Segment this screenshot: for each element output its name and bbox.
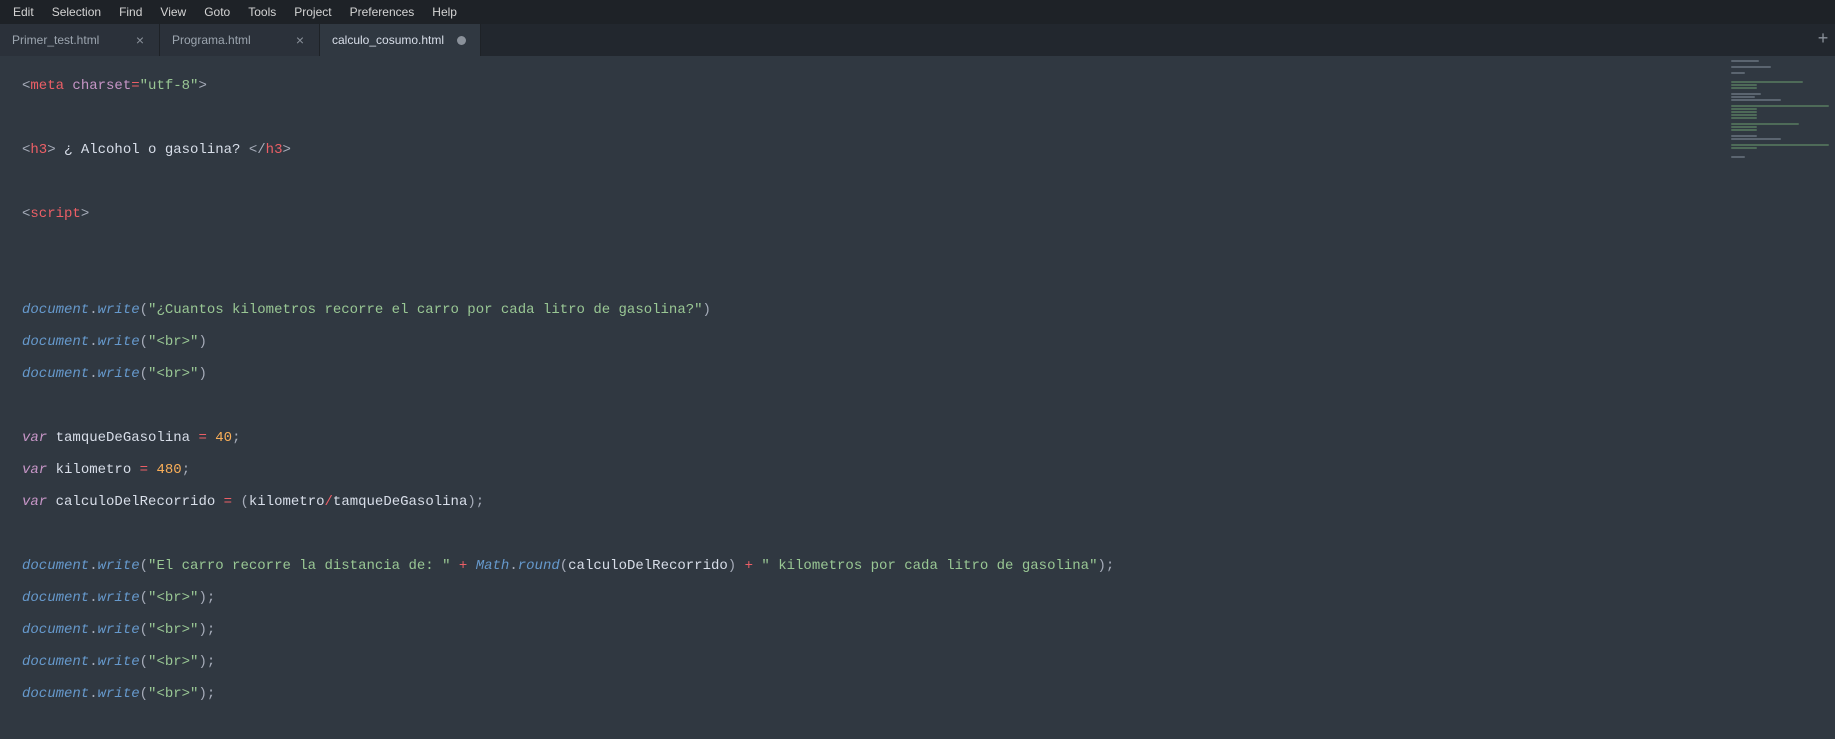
minimap-line (1731, 105, 1829, 107)
menu-edit[interactable]: Edit (4, 0, 43, 24)
minimap-line (1731, 156, 1745, 158)
menu-selection[interactable]: Selection (43, 0, 110, 24)
minimap-line (1731, 126, 1757, 128)
menu-help[interactable]: Help (423, 0, 466, 24)
code-line: document.write("El carro recorre la dist… (22, 558, 1813, 574)
code-line: var calculoDelRecorrido = (kilometro/tam… (22, 494, 1813, 510)
minimap-line (1731, 87, 1757, 89)
minimap-line (1731, 84, 1757, 86)
tab-programa[interactable]: Programa.html × (160, 24, 320, 56)
code-line (22, 174, 1813, 190)
code-line: document.write("¿Cuantos kilometros reco… (22, 302, 1813, 318)
minimap-line (1731, 66, 1771, 68)
code-line (22, 398, 1813, 414)
code-line: document.write("<br>"); (22, 654, 1813, 670)
minimap-line (1731, 123, 1799, 125)
menu-project[interactable]: Project (285, 0, 340, 24)
tab-calculo-cosumo[interactable]: calculo_cosumo.html (320, 24, 481, 56)
tab-primer-test[interactable]: Primer_test.html × (0, 24, 160, 56)
dirty-indicator-icon (454, 33, 468, 47)
code-line: document.write("<br>"); (22, 622, 1813, 638)
code-line: <script> (22, 206, 1813, 222)
menu-goto[interactable]: Goto (195, 0, 239, 24)
code-line: document.write("<br>"); (22, 590, 1813, 606)
code-line (22, 718, 1813, 734)
code-line: <meta charset="utf-8"> (22, 78, 1813, 94)
minimap-line (1731, 96, 1755, 98)
minimap-line (1731, 93, 1761, 95)
tab-bar: Primer_test.html × Programa.html × calcu… (0, 24, 1835, 56)
code-line: document.write("<br>") (22, 334, 1813, 350)
minimap-line (1731, 135, 1757, 137)
minimap-line (1731, 129, 1757, 131)
code-line: var tamqueDeGasolina = 40; (22, 430, 1813, 446)
minimap-line (1731, 111, 1757, 113)
minimap-line (1731, 99, 1781, 101)
close-icon[interactable]: × (293, 33, 307, 47)
minimap-line (1731, 72, 1745, 74)
add-tab-button[interactable]: + (1811, 24, 1835, 56)
menu-bar: Edit Selection Find View Goto Tools Proj… (0, 0, 1835, 24)
minimap-line (1731, 108, 1757, 110)
code-line (22, 110, 1813, 126)
minimap-line (1731, 114, 1757, 116)
menu-find[interactable]: Find (110, 0, 151, 24)
code-line: var kilometro = 480; (22, 462, 1813, 478)
code-line: <h3> ¿ Alcohol o gasolina? </h3> (22, 142, 1813, 158)
close-icon[interactable]: × (133, 33, 147, 47)
minimap-line (1731, 60, 1759, 62)
menu-view[interactable]: View (151, 0, 195, 24)
tab-label: Programa.html (172, 33, 283, 47)
minimap-line (1731, 117, 1757, 119)
minimap-line (1731, 144, 1829, 146)
minimap-line (1731, 138, 1781, 140)
menu-tools[interactable]: Tools (239, 0, 285, 24)
minimap-line (1731, 147, 1757, 149)
code-line: document.write("<br>") (22, 366, 1813, 382)
code-line (22, 270, 1813, 286)
tab-label: Primer_test.html (12, 33, 123, 47)
minimap[interactable] (1725, 56, 1835, 166)
code-line (22, 238, 1813, 254)
code-editor[interactable]: <meta charset="utf-8"> <h3> ¿ Alcohol o … (0, 56, 1835, 739)
code-line (22, 526, 1813, 542)
menu-preferences[interactable]: Preferences (341, 0, 424, 24)
tab-label: calculo_cosumo.html (332, 33, 444, 47)
minimap-line (1731, 81, 1803, 83)
code-line: document.write("<br>"); (22, 686, 1813, 702)
